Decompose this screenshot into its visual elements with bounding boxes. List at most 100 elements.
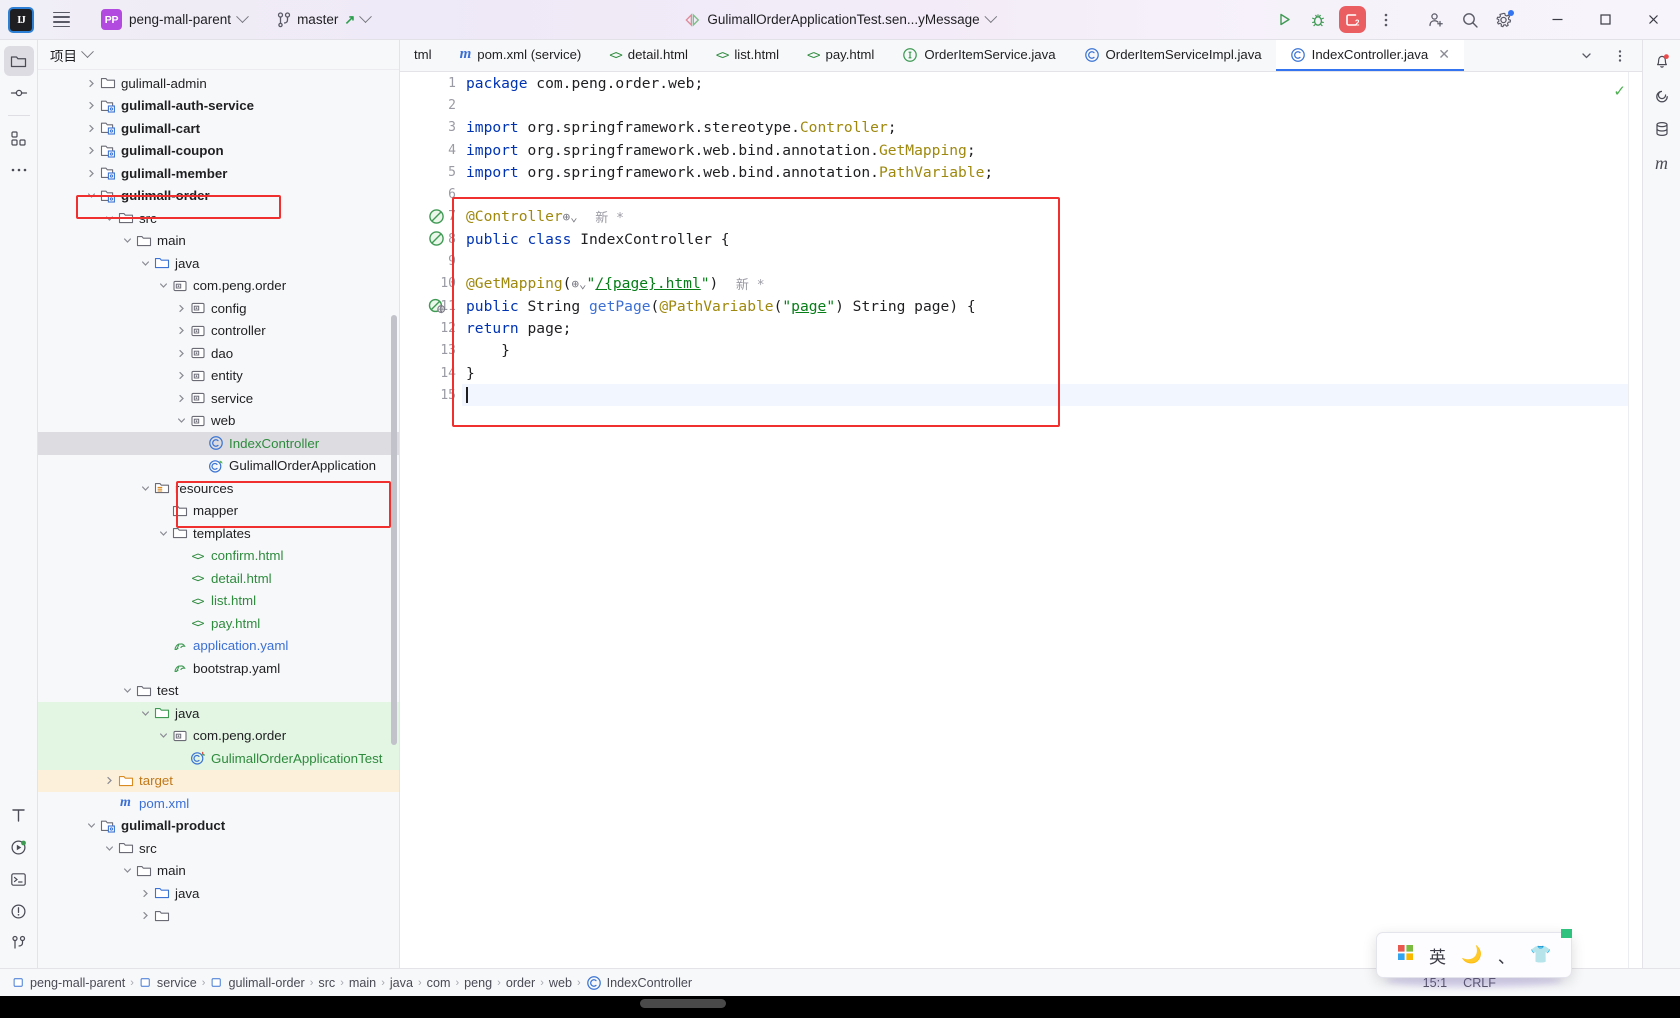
tree-node-detail-html[interactable]: <> detail.html xyxy=(38,567,399,590)
tree-node-gulimall-auth-service[interactable]: gulimall-auth-service xyxy=(38,95,399,118)
project-tree[interactable]: gulimall-admin gulimall-auth-service gulim… xyxy=(38,70,399,968)
chevron-down-icon[interactable] xyxy=(120,866,134,875)
tree-node-application-yaml[interactable]: application.yaml xyxy=(38,635,399,658)
tree-node-pay-html[interactable]: <> pay.html xyxy=(38,612,399,635)
breadcrumb-item-src[interactable]: src xyxy=(314,975,339,991)
code-line-2[interactable] xyxy=(462,94,1642,116)
tree-node-test[interactable]: test xyxy=(38,680,399,703)
code-line-13[interactable]: } xyxy=(462,340,1642,362)
code-line-7[interactable]: @Controller ⊕⌄ 新 * xyxy=(462,206,1642,228)
project-selector[interactable]: PP peng-mall-parent xyxy=(94,5,254,34)
tool-button-typography[interactable] xyxy=(4,800,34,830)
run-button[interactable] xyxy=(1268,4,1300,36)
chevron-right-icon[interactable] xyxy=(84,101,98,110)
tool-button-commit[interactable] xyxy=(4,78,34,108)
tree-node-gulimall-product[interactable]: gulimall-product xyxy=(38,815,399,838)
chevron-down-icon[interactable] xyxy=(156,731,170,740)
tree-node-config[interactable]: config xyxy=(38,297,399,320)
tree-node-controller[interactable]: controller xyxy=(38,320,399,343)
gutter-line-11[interactable]: 11 xyxy=(400,295,462,317)
tree-node-entity[interactable]: entity xyxy=(38,365,399,388)
tool-button-notifications[interactable] xyxy=(1647,46,1677,76)
editor-tab-list-html[interactable]: <> list.html xyxy=(702,40,793,71)
breadcrumb-item-web[interactable]: web xyxy=(545,975,576,991)
gutter-line-2[interactable]: 2 xyxy=(400,94,462,116)
tool-button-more[interactable] xyxy=(4,155,34,185)
gutter-line-3[interactable]: 3 xyxy=(400,117,462,139)
run-configuration-selector[interactable]: GulimallOrderApplicationTest.sen...yMess… xyxy=(676,8,1003,31)
tool-button-run[interactable] xyxy=(4,832,34,862)
tree-node-java[interactable]: java xyxy=(38,702,399,725)
code-area[interactable]: 1 2 3 4 5 6 7 8 9 10 11 12 13 14 15 package com.peng.o… xyxy=(400,72,1642,968)
tool-button-database[interactable] xyxy=(1647,114,1677,144)
tree-node-gulimall-coupon[interactable]: gulimall-coupon xyxy=(38,140,399,163)
tree-node-web[interactable]: web xyxy=(38,410,399,433)
chevron-down-icon[interactable] xyxy=(102,844,116,853)
tree-node-gulimall-admin[interactable]: gulimall-admin xyxy=(38,72,399,95)
code-line-10[interactable]: @GetMapping(⊕⌄ "/{page}.html ") 新 * xyxy=(462,273,1642,295)
tree-node-gulimallorderapplication[interactable]: GulimallOrderApplication xyxy=(38,455,399,478)
editor-gutter[interactable]: 1 2 3 4 5 6 7 8 9 10 11 12 13 14 15 xyxy=(400,72,462,968)
chevron-right-icon[interactable] xyxy=(102,776,116,785)
tabs-overflow-button[interactable] xyxy=(1570,40,1602,71)
chevron-down-icon[interactable] xyxy=(120,686,134,695)
tree-node-target[interactable]: target xyxy=(38,769,399,792)
ime-mode-label[interactable]: 英 xyxy=(1429,943,1446,968)
tool-button-problems[interactable] xyxy=(4,896,34,926)
tree-node-mapper[interactable]: mapper xyxy=(38,500,399,523)
gutter-line-1[interactable]: 1 xyxy=(400,72,462,94)
comma-icon[interactable]: 、 xyxy=(1498,943,1515,968)
code-line-14[interactable]: } xyxy=(462,362,1642,384)
inspection-ok-icon[interactable]: ✓ xyxy=(1613,82,1626,100)
tree-node-item-37[interactable] xyxy=(38,905,399,928)
share-project-button[interactable] xyxy=(1420,4,1452,36)
web-gutter-icon[interactable] xyxy=(428,297,446,314)
gutter-line-6[interactable]: 6 xyxy=(400,183,462,205)
tree-node-gulimallorderapplicationtest[interactable]: GulimallOrderApplicationTest xyxy=(38,747,399,770)
main-menu-icon[interactable] xyxy=(44,4,78,36)
gutter-line-5[interactable]: 5 xyxy=(400,161,462,183)
maximize-button[interactable] xyxy=(1582,0,1628,40)
editor-right-gutter[interactable] xyxy=(1628,72,1642,968)
minimize-button[interactable] xyxy=(1534,0,1580,40)
tree-node-com-peng-order[interactable]: com.peng.order xyxy=(38,724,399,747)
run-gutter-icon[interactable] xyxy=(428,230,445,247)
tree-node-main[interactable]: main xyxy=(38,230,399,253)
tree-node-list-html[interactable]: <> list.html xyxy=(38,590,399,613)
tree-node-service[interactable]: service xyxy=(38,387,399,410)
code-line-11[interactable]: public String getPage(@PathVariable(" pag… xyxy=(462,295,1642,317)
tool-button-maven[interactable]: m xyxy=(1647,148,1677,178)
editor-tab-indexcontroller-java[interactable]: IndexController.java ✕ xyxy=(1275,40,1464,71)
chevron-down-icon[interactable] xyxy=(81,45,94,59)
code-line-6[interactable] xyxy=(462,183,1642,205)
tool-button-structure[interactable] xyxy=(4,123,34,153)
breadcrumb[interactable]: peng-mall-parent › service › gulimall-order ›… xyxy=(8,974,696,992)
branch-selector[interactable]: master ↗ xyxy=(270,8,377,32)
tree-node-bootstrap-yaml[interactable]: bootstrap.yaml xyxy=(38,657,399,680)
run-gutter-icon[interactable] xyxy=(428,208,445,225)
editor-tab-detail-html[interactable]: <> detail.html xyxy=(595,40,702,71)
settings-button[interactable] xyxy=(1488,4,1520,36)
tool-button-version-control[interactable] xyxy=(4,928,34,958)
tree-node-src[interactable]: src xyxy=(38,837,399,860)
breadcrumb-item-service[interactable]: service xyxy=(135,975,201,991)
debug-button[interactable] xyxy=(1302,4,1334,36)
tree-node-gulimall-cart[interactable]: gulimall-cart xyxy=(38,117,399,140)
close-tab-icon[interactable]: ✕ xyxy=(1438,46,1450,63)
tree-node-java[interactable]: java xyxy=(38,882,399,905)
gutter-line-13[interactable]: 13 xyxy=(400,340,462,362)
breadcrumb-item-java[interactable]: java xyxy=(386,975,417,991)
code-line-15[interactable] xyxy=(462,384,1642,407)
gutter-line-8[interactable]: 8 xyxy=(400,228,462,250)
tree-node-com-peng-order[interactable]: com.peng.order xyxy=(38,275,399,298)
chevron-right-icon[interactable] xyxy=(84,79,98,88)
code-line-12[interactable]: return page; xyxy=(462,317,1642,339)
tree-node-confirm-html[interactable]: <> confirm.html xyxy=(38,545,399,568)
chevron-right-icon[interactable] xyxy=(138,889,152,898)
chevron-down-icon[interactable] xyxy=(120,236,134,245)
editor-tab-orderitemservice-java[interactable]: OrderItemService.java xyxy=(888,40,1069,71)
chevron-right-icon[interactable] xyxy=(138,911,152,920)
code-line-4[interactable]: import org.springframework.web.bind.anno… xyxy=(462,139,1642,161)
breadcrumb-item-gulimall-order[interactable]: gulimall-order xyxy=(206,975,308,991)
chevron-down-icon[interactable] xyxy=(156,281,170,290)
